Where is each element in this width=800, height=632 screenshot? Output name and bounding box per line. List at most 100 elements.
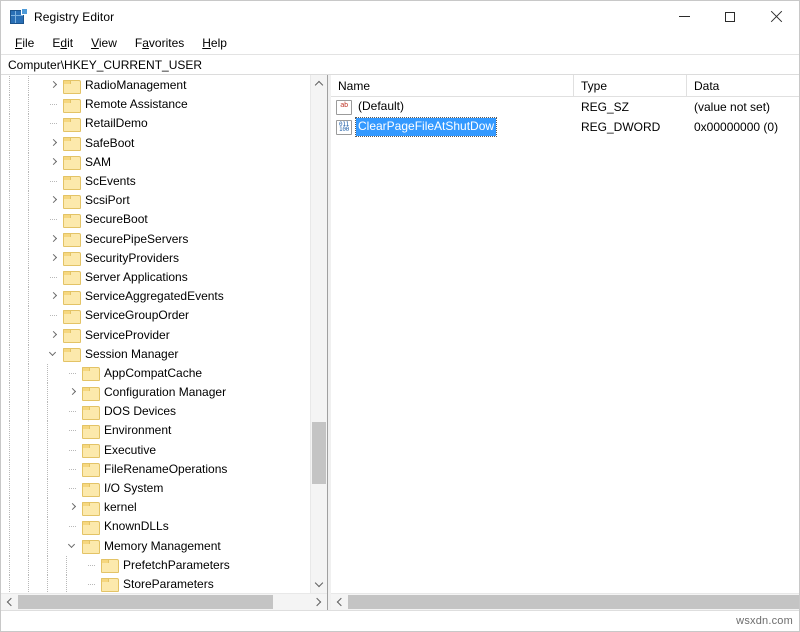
tree-item-serviceprovider[interactable]: ServiceProvider [1, 325, 310, 344]
tree-indent [1, 210, 47, 229]
folder-icon [82, 443, 99, 457]
chevron-down-icon[interactable] [47, 345, 63, 364]
chevron-right-icon[interactable] [47, 249, 63, 268]
tree-scroll-track[interactable] [311, 92, 327, 576]
tree-item-label: Configuration Manager [104, 385, 226, 400]
tree-item-radiomanagement[interactable]: RadioManagement [1, 76, 310, 95]
close-button[interactable] [753, 1, 799, 32]
tree-hscroll-right-button[interactable] [310, 594, 327, 610]
chevron-right-icon[interactable] [47, 287, 63, 306]
tree-indent [1, 306, 47, 325]
tree-leaf-connector [47, 306, 63, 325]
tree-item-memory-management[interactable]: Memory Management [1, 537, 310, 556]
tree-item-i-o-system[interactable]: I/O System [1, 479, 310, 498]
column-header-type[interactable]: Type [574, 75, 687, 97]
tree-scroll-down-button[interactable] [311, 576, 327, 593]
tree-item-label: SecurePipeServers [85, 232, 188, 247]
tree-item-label: SecureBoot [85, 212, 148, 227]
tree-hscroll-left-button[interactable] [1, 594, 18, 610]
tree-item-server-applications[interactable]: Server Applications [1, 268, 310, 287]
close-icon [770, 10, 783, 23]
tree-item-knowndlls[interactable]: KnownDLLs [1, 517, 310, 536]
menu-favorites[interactable]: Favorites [126, 33, 193, 54]
tree-item-kernel[interactable]: kernel [1, 498, 310, 517]
maximize-button[interactable] [707, 1, 753, 32]
tree-horizontal-scrollbar[interactable] [1, 593, 327, 610]
chevron-right-icon[interactable] [66, 498, 82, 517]
chevron-right-icon[interactable] [47, 191, 63, 210]
chevron-right-icon[interactable] [47, 76, 63, 95]
tree-item-retaildemo[interactable]: RetailDemo [1, 114, 310, 133]
chevron-right-icon[interactable] [47, 326, 63, 345]
values-hscroll-thumb[interactable] [348, 595, 799, 609]
tree-hscroll-thumb[interactable] [18, 595, 273, 609]
tree-item-executive[interactable]: Executive [1, 441, 310, 460]
folder-icon [63, 347, 80, 361]
chevron-right-icon[interactable] [47, 134, 63, 153]
tree-item-remote-assistance[interactable]: Remote Assistance [1, 95, 310, 114]
folder-icon [63, 194, 80, 208]
tree-item-session-manager[interactable]: Session Manager [1, 345, 310, 364]
address-bar[interactable]: Computer\HKEY_CURRENT_USER [1, 54, 799, 75]
chevron-right-icon[interactable] [66, 383, 82, 402]
value-name-cell[interactable]: 011100ClearPageFileAtShutDow [331, 117, 574, 137]
tree-item-scevents[interactable]: ScEvents [1, 172, 310, 191]
tree-hscroll-track[interactable] [18, 594, 310, 610]
tree-item-serviceaggregatedevents[interactable]: ServiceAggregatedEvents [1, 287, 310, 306]
tree-pane: RadioManagementRemote AssistanceRetailDe… [1, 75, 328, 610]
tree-item-environment[interactable]: Environment [1, 421, 310, 440]
values-hscroll-track[interactable] [348, 594, 799, 610]
tree-item-label: DOS Devices [104, 404, 176, 419]
tree-item-appcompatcache[interactable]: AppCompatCache [1, 364, 310, 383]
registry-editor-window: Registry Editor FFileile Edit View Favor… [0, 0, 800, 632]
menu-edit[interactable]: Edit [43, 33, 82, 54]
tree-indent [1, 287, 47, 306]
tree-leaf-connector [66, 517, 82, 536]
chevron-down-icon[interactable] [66, 537, 82, 556]
tree-item-sam[interactable]: SAM [1, 153, 310, 172]
chevron-right-icon[interactable] [47, 230, 63, 249]
tree-item-secureboot[interactable]: SecureBoot [1, 210, 310, 229]
column-header-data[interactable]: Data [687, 75, 799, 97]
folder-icon [63, 309, 80, 323]
tree-leaf-connector [66, 421, 82, 440]
menu-view[interactable]: View [82, 33, 126, 54]
window-title: Registry Editor [34, 10, 114, 24]
tree-scroll-up-button[interactable] [311, 75, 327, 92]
tree-item-label: ScsiPort [85, 193, 130, 208]
menu-file[interactable]: FFileile [6, 33, 43, 54]
tree-item-scsiport[interactable]: ScsiPort [1, 191, 310, 210]
value-name-cell[interactable]: ab(Default) [331, 97, 574, 117]
column-header-name[interactable]: Name [331, 75, 574, 97]
tree-item-filerenameoperations[interactable]: FileRenameOperations [1, 460, 310, 479]
chevron-right-icon[interactable] [47, 153, 63, 172]
tree-item-dos-devices[interactable]: DOS Devices [1, 402, 310, 421]
tree-scroll-area: RadioManagementRemote AssistanceRetailDe… [1, 75, 327, 593]
tree-item-safeboot[interactable]: SafeBoot [1, 134, 310, 153]
tree-indent [1, 460, 66, 479]
tree-vertical-scrollbar[interactable] [310, 75, 327, 593]
values-horizontal-scrollbar[interactable] [331, 593, 799, 610]
tree-item-securepipeservers[interactable]: SecurePipeServers [1, 230, 310, 249]
tree-indent [1, 479, 66, 498]
tree-indent [1, 441, 66, 460]
tree-leaf-connector [66, 479, 82, 498]
tree-item-label: SAM [85, 155, 111, 170]
value-row[interactable]: ab(Default)REG_SZ(value not set) [331, 97, 799, 117]
registry-editor-icon [10, 9, 26, 25]
menu-help[interactable]: Help [193, 33, 236, 54]
tree-scroll-thumb[interactable] [312, 422, 326, 484]
tree-item-configuration-manager[interactable]: Configuration Manager [1, 383, 310, 402]
tree-item-prefetchparameters[interactable]: PrefetchParameters [1, 556, 310, 575]
values-list: ab(Default)REG_SZ(value not set)011100Cl… [331, 97, 799, 593]
tree-leaf-connector [66, 402, 82, 421]
folder-icon [82, 462, 99, 476]
minimize-button[interactable] [661, 1, 707, 32]
tree-item-securityproviders[interactable]: SecurityProviders [1, 249, 310, 268]
tree-indent [1, 268, 47, 287]
values-hscroll-left-button[interactable] [331, 594, 348, 610]
value-row[interactable]: 011100ClearPageFileAtShutDowREG_DWORD0x0… [331, 117, 799, 137]
registry-tree: RadioManagementRemote AssistanceRetailDe… [1, 75, 310, 593]
tree-item-storeparameters[interactable]: StoreParameters [1, 575, 310, 593]
tree-item-servicegrouporder[interactable]: ServiceGroupOrder [1, 306, 310, 325]
